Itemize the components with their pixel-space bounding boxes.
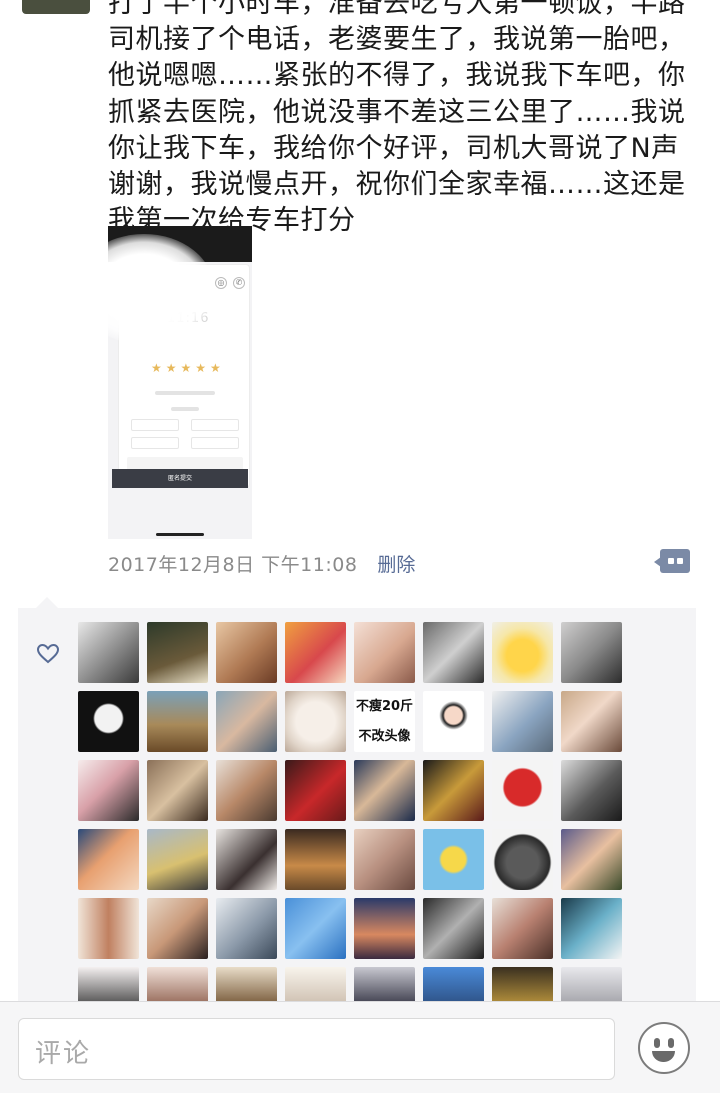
liker-avatar[interactable] xyxy=(354,898,415,959)
comment-more-icon[interactable] xyxy=(660,549,690,573)
tag-option xyxy=(131,419,179,431)
liker-avatars: 不瘦20斤 不改头像 xyxy=(78,622,638,1028)
post-text: 打了半个小时车，准备去吃亏大第一顿饭，半路 司机接了个电话，老婆要生了，我说第一… xyxy=(108,0,708,239)
liker-avatar[interactable] xyxy=(285,760,346,821)
post-image-screenshot[interactable]: ◎ ✆ 11:16 ★★★★★ 匿名提交 xyxy=(108,226,252,539)
liker-avatar[interactable] xyxy=(561,691,622,752)
liker-avatar[interactable] xyxy=(285,829,346,890)
liker-avatar[interactable] xyxy=(354,829,415,890)
post-meta: 2017年12月8日 下午11:08 删除 xyxy=(108,548,415,578)
liker-avatar[interactable] xyxy=(423,691,484,752)
liker-avatar[interactable] xyxy=(216,622,277,683)
smiley-face-icon[interactable] xyxy=(638,1022,690,1074)
liker-avatar[interactable] xyxy=(354,760,415,821)
home-indicator xyxy=(156,533,204,536)
liker-avatar[interactable] xyxy=(492,829,553,890)
liker-avatar[interactable] xyxy=(78,760,139,821)
post-text-line: 司机接了个电话，老婆要生了，我说第一胎吧， xyxy=(108,24,686,56)
liker-avatar[interactable] xyxy=(285,898,346,959)
post-text-line: 打了半个小时车，准备去吃亏大第一顿饭，半路 xyxy=(108,0,686,19)
emoji-mouth xyxy=(652,1051,675,1062)
liker-avatar[interactable] xyxy=(216,760,277,821)
post-text-line: 你让我下车，我给你个好评，司机大哥说了N声 xyxy=(108,132,679,164)
liker-avatar[interactable] xyxy=(561,760,622,821)
liker-avatar[interactable] xyxy=(147,898,208,959)
liker-avatar[interactable] xyxy=(216,898,277,959)
liker-avatar[interactable] xyxy=(492,898,553,959)
liker-avatar[interactable] xyxy=(285,622,346,683)
post-text-line: 抓紧去医院，他说没事不差这三公里了……我说 xyxy=(108,96,686,128)
liker-avatar[interactable] xyxy=(423,760,484,821)
post-text-line: 谢谢，我说慢点开，祝你们全家幸福……这还是 xyxy=(108,169,686,201)
rating-caption xyxy=(155,391,215,395)
liker-avatar[interactable] xyxy=(78,829,139,890)
liker-avatar[interactable] xyxy=(423,622,484,683)
screenshot-submit-button: 匿名提交 xyxy=(112,469,248,488)
liker-avatar[interactable] xyxy=(78,622,139,683)
post-timestamp: 2017年12月8日 下午11:08 xyxy=(108,553,358,576)
liker-avatar[interactable] xyxy=(216,691,277,752)
author-avatar[interactable] xyxy=(22,0,90,14)
likes-panel: 不瘦20斤 不改头像 xyxy=(18,608,696,1028)
share-icon: ◎ xyxy=(215,277,227,289)
comment-bar: 评论 xyxy=(0,1001,720,1093)
liker-avatar[interactable] xyxy=(147,622,208,683)
tag-option xyxy=(131,437,179,449)
comment-input[interactable]: 评论 xyxy=(18,1018,615,1080)
liker-avatar[interactable] xyxy=(492,622,553,683)
liker-avatar[interactable] xyxy=(561,829,622,890)
delete-link[interactable]: 删除 xyxy=(377,550,415,577)
liker-avatar[interactable] xyxy=(561,898,622,959)
liker-avatar-text[interactable]: 不瘦20斤 不改头像 xyxy=(354,691,415,752)
liker-avatar[interactable] xyxy=(147,691,208,752)
liker-avatar[interactable] xyxy=(492,691,553,752)
liker-avatar[interactable] xyxy=(354,622,415,683)
heart-outline-icon xyxy=(36,643,60,664)
phone-icon: ✆ xyxy=(233,277,245,289)
emoji-eye xyxy=(654,1038,660,1048)
liker-avatar[interactable] xyxy=(147,829,208,890)
liker-avatar[interactable] xyxy=(423,898,484,959)
text-avatar-line: 不改头像 xyxy=(358,728,411,744)
liker-avatar[interactable] xyxy=(561,622,622,683)
emoji-eye xyxy=(668,1038,674,1048)
liker-avatar[interactable] xyxy=(423,829,484,890)
tag-option xyxy=(191,419,239,431)
liker-avatar[interactable] xyxy=(216,829,277,890)
comment-placeholder: 评论 xyxy=(35,1039,92,1069)
text-avatar-line: 不瘦20斤 xyxy=(355,698,414,714)
likes-caret xyxy=(36,597,58,608)
liker-avatar[interactable] xyxy=(492,760,553,821)
post-text-line: 他说嗯嗯……紧张的不得了，我说我下车吧，你 xyxy=(108,60,686,92)
tag-option xyxy=(191,437,239,449)
liker-avatar[interactable] xyxy=(78,691,139,752)
rating-stars: ★★★★★ xyxy=(151,361,225,375)
liker-avatar[interactable] xyxy=(78,898,139,959)
liker-avatar[interactable] xyxy=(147,760,208,821)
rating-subcaption xyxy=(171,407,199,411)
liker-avatar[interactable] xyxy=(285,691,346,752)
